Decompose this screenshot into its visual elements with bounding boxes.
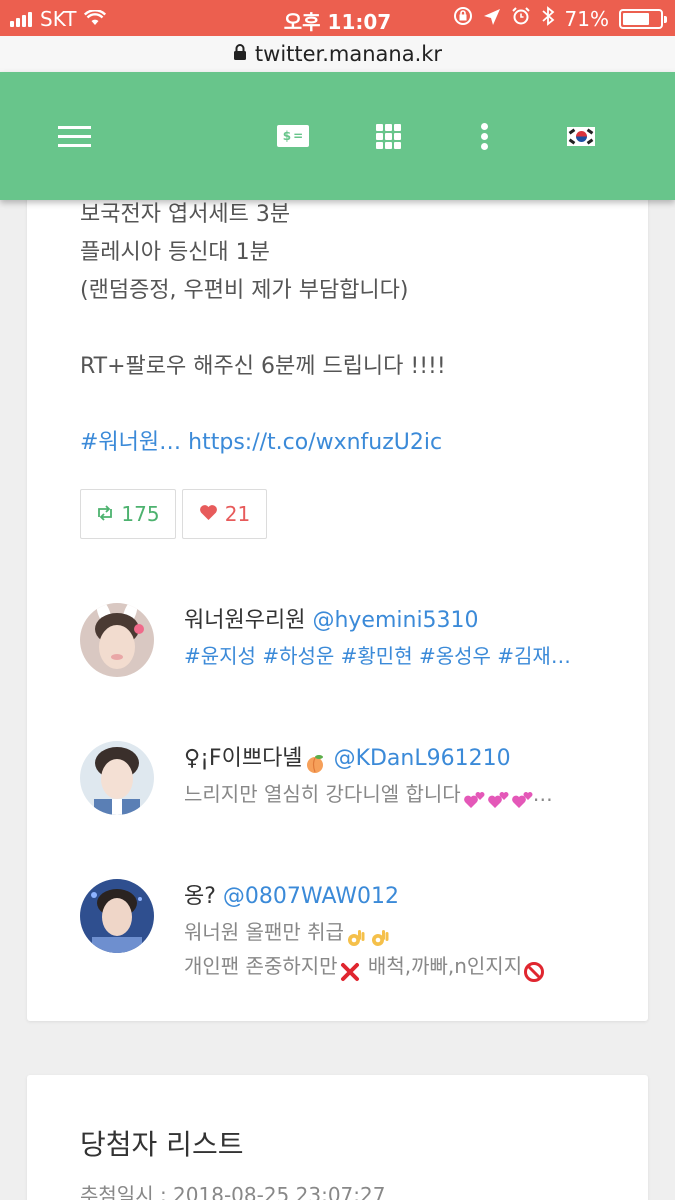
korea-flag-icon[interactable] [567, 72, 595, 200]
lock-icon [233, 42, 247, 66]
ok-hand-emoji-icon [345, 925, 367, 946]
like-count: 21 [224, 502, 251, 526]
battery-percent: 71% [564, 6, 609, 31]
like-count-button[interactable]: 21 [182, 489, 267, 539]
user-handle-link[interactable]: @hyemini5310 [312, 608, 478, 633]
bluetooth-icon [541, 6, 555, 31]
status-bar: SKT 오후 11:07 71% [0, 0, 675, 36]
orientation-lock-icon [453, 6, 473, 31]
tweet-card: 보국전자 엽서세트 3분 플레시아 등신대 1분 (랜덤증정, 우편비 제가 부… [27, 170, 648, 1021]
prohibited-emoji-icon [523, 959, 545, 982]
url-text: twitter.manana.kr [254, 42, 443, 66]
heart-icon [199, 502, 218, 526]
peach-emoji-icon [304, 750, 326, 773]
hashtag-link[interactable]: #워너원… [80, 430, 181, 455]
retweet-icon [96, 502, 114, 526]
ticket-icon[interactable]: $ = [277, 72, 309, 200]
cross-mark-emoji-icon [339, 959, 361, 981]
tweet-url-link[interactable]: https://t.co/wxnfuzU2ic [188, 430, 442, 455]
tweet-line: (랜덤증정, 우편비 제가 부담합니다) [80, 278, 409, 303]
tweet-line: RT+팔로우 해주신 6분께 드립니다 !!!! [80, 354, 446, 379]
draw-datetime: 추첨일시 : 2018-08-25 23:07:27 [80, 1183, 386, 1200]
avatar[interactable] [80, 879, 154, 953]
user-display-name: 옹? [184, 884, 216, 909]
user-bio-line-2: 개인팬 존중하지만 [184, 954, 338, 978]
user-bio-line-2-tail: 배척,까빠,n인지지 [361, 954, 523, 978]
user-display-name: ♀¡F이쁘다녤 [184, 746, 303, 771]
two-hearts-emoji-icon [510, 787, 533, 808]
apps-grid-icon[interactable] [376, 72, 401, 200]
retweet-count-button[interactable]: 175 [80, 489, 176, 539]
menu-icon[interactable] [58, 72, 91, 200]
ok-hand-emoji-icon [369, 925, 391, 946]
avatar[interactable] [80, 741, 154, 815]
alarm-icon [511, 6, 531, 31]
battery-fill [623, 12, 649, 25]
more-vertical-icon[interactable] [481, 72, 488, 200]
app-header: $ = [0, 72, 675, 200]
avatar[interactable] [80, 603, 154, 677]
tweet-line: 플레시아 등신대 1분 [80, 240, 270, 265]
tweet-line [80, 310, 446, 348]
tweet-line [80, 386, 446, 424]
retweet-count: 175 [121, 502, 160, 526]
two-hearts-emoji-icon [462, 787, 485, 808]
user-handle-link[interactable]: @KDanL961210 [334, 746, 511, 771]
address-bar[interactable]: twitter.manana.kr [0, 36, 675, 72]
location-arrow-icon [483, 7, 501, 31]
tweet-text: 보국전자 엽서세트 3분 플레시아 등신대 1분 (랜덤증정, 우편비 제가 부… [80, 196, 446, 462]
user-bio: 워너원 올팬만 취급 [184, 920, 344, 944]
tweet-line: 보국전자 엽서세트 3분 [80, 202, 291, 227]
user-bio: 느리지만 열심히 강다니엘 합니다 [184, 782, 461, 806]
battery-icon [619, 8, 667, 29]
user-handle-link[interactable]: @0807WAW012 [223, 884, 399, 909]
winners-title: 당첨자 리스트 [80, 1128, 244, 1161]
user-bio: #윤지성 #하성운 #황민현 #옹성우 #김재… [184, 644, 571, 668]
two-hearts-emoji-icon [486, 787, 509, 808]
winners-card: 당첨자 리스트 추첨일시 : 2018-08-25 23:07:27 [27, 1075, 648, 1200]
user-display-name: 워너원우리원 [184, 608, 306, 633]
